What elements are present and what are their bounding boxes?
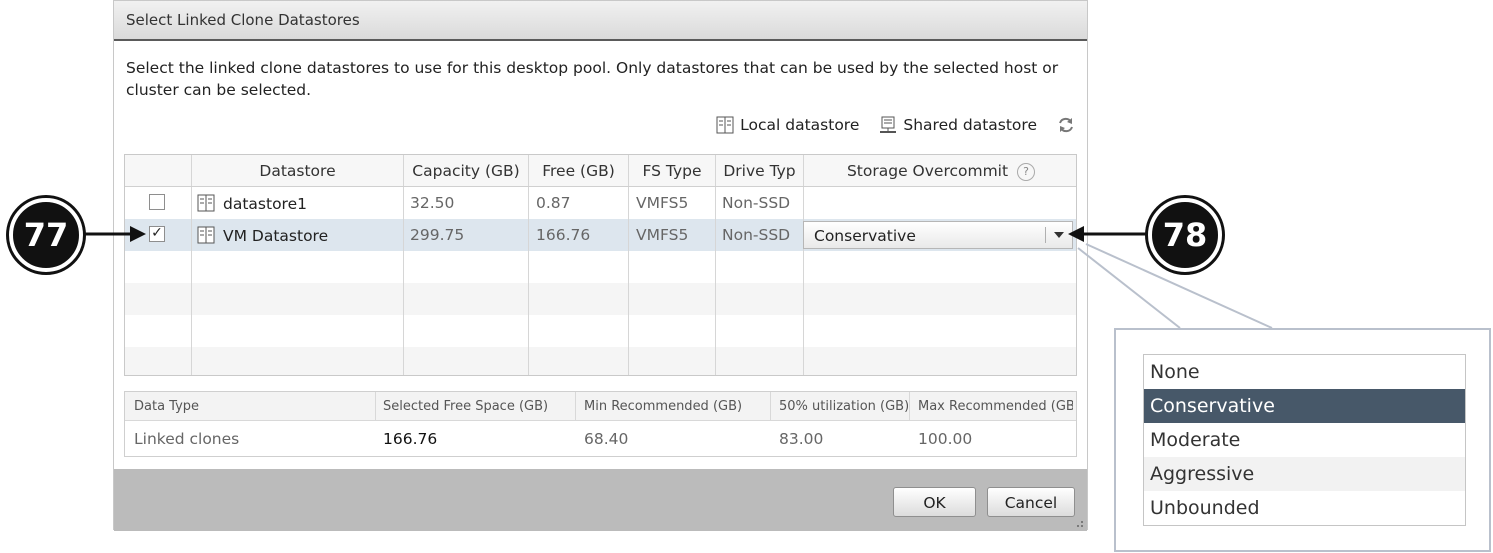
capacity-cell: 299.75 bbox=[404, 219, 529, 251]
col-datastore[interactable]: Datastore bbox=[192, 155, 404, 186]
option-conservative[interactable]: Conservative bbox=[1144, 389, 1465, 423]
cancel-button[interactable]: Cancel bbox=[987, 487, 1075, 517]
free-cell: 0.87 bbox=[529, 187, 629, 219]
datastore-grid: Datastore Capacity (GB) Free (GB) FS Typ… bbox=[124, 154, 1077, 376]
callout-78: 78 bbox=[1148, 198, 1222, 272]
summary-row: Linked clones 166.76 68.40 83.00 100.00 bbox=[125, 421, 1076, 456]
row-select-cell bbox=[125, 187, 192, 219]
dialog-title: Select Linked Clone Datastores bbox=[114, 1, 1087, 41]
summary-col-selected-free: Selected Free Space (GB) bbox=[383, 399, 549, 414]
col-fs-type[interactable]: FS Type bbox=[629, 155, 716, 186]
dialog-instructions: Select the linked clone datastores to us… bbox=[126, 59, 1059, 99]
datastore-cell: VM Datastore bbox=[192, 219, 404, 251]
dialog-footer: OK Cancel bbox=[114, 469, 1087, 531]
callout-77: 77 bbox=[9, 198, 83, 272]
capacity-cell: 32.50 bbox=[404, 187, 529, 219]
chevron-down-icon[interactable] bbox=[1054, 232, 1064, 238]
datastore-cell: datastore1 bbox=[192, 187, 404, 219]
linked-clone-dialog: Select Linked Clone Datastores Select th… bbox=[113, 0, 1088, 531]
free-cell: 166.76 bbox=[529, 219, 629, 251]
summary-col-50pct: 50% utilization (GB) bbox=[779, 399, 908, 414]
grid-header: Datastore Capacity (GB) Free (GB) FS Typ… bbox=[125, 155, 1076, 187]
summary-selected-free: 166.76 bbox=[383, 430, 438, 448]
col-free[interactable]: Free (GB) bbox=[529, 155, 629, 186]
overcommit-cell bbox=[804, 187, 1076, 219]
dropdown-value: Conservative bbox=[814, 227, 916, 245]
fs-type-cell: VMFS5 bbox=[629, 219, 716, 251]
ok-button[interactable]: OK bbox=[893, 487, 976, 517]
grid-empty-area bbox=[125, 251, 1076, 375]
dropdown-separator bbox=[1045, 227, 1046, 243]
summary-min: 68.40 bbox=[584, 430, 629, 448]
option-aggressive[interactable]: Aggressive bbox=[1144, 457, 1465, 491]
space-summary-table: Data Type Selected Free Space (GB) Min R… bbox=[124, 391, 1077, 457]
drive-type-cell: Non-SSD bbox=[716, 187, 804, 219]
option-moderate[interactable]: Moderate bbox=[1144, 423, 1465, 457]
col-storage-overcommit-label: Storage Overcommit bbox=[846, 162, 1009, 180]
table-row[interactable]: ✓ VM Datastore 299.75 166.76 VMFS5 Non-S… bbox=[125, 219, 1076, 251]
col-capacity[interactable]: Capacity (GB) bbox=[404, 155, 529, 186]
local-datastore-icon bbox=[716, 116, 734, 134]
shared-datastore-label: Shared datastore bbox=[903, 116, 1037, 134]
option-unbounded[interactable]: Unbounded bbox=[1144, 491, 1465, 525]
datastore-legend: Local datastore Shared datastore bbox=[716, 116, 1075, 134]
col-storage-overcommit[interactable]: Storage Overcommit ? bbox=[804, 155, 1076, 186]
overcommit-options-list: None Conservative Moderate Aggressive Un… bbox=[1143, 354, 1466, 526]
option-none[interactable]: None bbox=[1144, 355, 1465, 389]
overcommit-options-zoom: None Conservative Moderate Aggressive Un… bbox=[1114, 328, 1491, 552]
summary-50pct: 83.00 bbox=[779, 430, 824, 448]
summary-col-data-type: Data Type bbox=[134, 399, 200, 414]
drive-type-cell: Non-SSD bbox=[716, 219, 804, 251]
storage-overcommit-dropdown[interactable]: Conservative bbox=[803, 221, 1073, 249]
table-row[interactable]: datastore1 32.50 0.87 VMFS5 Non-SSD bbox=[125, 187, 1076, 219]
resize-grip-icon[interactable] bbox=[1074, 518, 1084, 528]
local-datastore-label: Local datastore bbox=[740, 116, 860, 134]
shared-datastore-icon bbox=[880, 116, 897, 133]
datastore-name: datastore1 bbox=[223, 195, 307, 213]
summary-col-max: Max Recommended (GB) bbox=[918, 399, 1073, 414]
help-icon[interactable]: ? bbox=[1017, 163, 1036, 181]
summary-header: Data Type Selected Free Space (GB) Min R… bbox=[125, 392, 1076, 421]
refresh-icon[interactable] bbox=[1057, 116, 1075, 134]
summary-col-min: Min Recommended (GB) bbox=[584, 399, 743, 414]
col-drive-type[interactable]: Drive Typ bbox=[716, 155, 804, 186]
col-select bbox=[125, 155, 192, 186]
summary-max: 100.00 bbox=[918, 430, 973, 448]
row-select-cell: ✓ bbox=[125, 219, 192, 251]
summary-data-type: Linked clones bbox=[134, 430, 240, 448]
local-datastore-icon bbox=[197, 194, 215, 212]
row-checkbox[interactable] bbox=[149, 194, 165, 210]
local-datastore-icon bbox=[197, 226, 215, 244]
datastore-name: VM Datastore bbox=[223, 227, 329, 245]
fs-type-cell: VMFS5 bbox=[629, 187, 716, 219]
row-checkbox[interactable]: ✓ bbox=[149, 226, 165, 242]
